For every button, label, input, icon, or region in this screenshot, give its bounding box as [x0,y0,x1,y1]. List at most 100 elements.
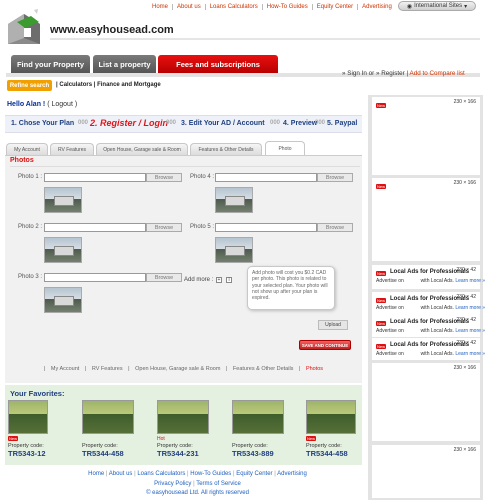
favorite-photo[interactable] [82,400,134,434]
tab-features-details[interactable]: Features & Other Details [190,143,262,155]
photo-4-browse-button[interactable]: Browse [317,173,353,182]
hello-text: Hello Alan ! [7,101,46,108]
photo-4-thumbnail [215,187,253,213]
photo-5-browse-button[interactable]: Browse [317,223,353,232]
ad-banner[interactable]: 230 × 166 New [372,178,480,261]
new-badge: New [376,344,387,349]
small-ad-title[interactable]: Local Ads for Professionals [390,269,469,275]
footer-link-equity[interactable]: Equity Center [236,471,272,477]
new-badge: New [306,436,317,441]
divider [10,166,360,167]
tab-fees-subscriptions[interactable]: Fees and subscriptions [158,55,278,73]
small-ad-title[interactable]: Local Ads for Professionals [390,342,469,348]
bottom-link-features[interactable]: Features & Other Details [231,366,296,372]
footer-link-loans[interactable]: Loans Calculators [137,471,185,477]
photo-1-input[interactable] [44,173,146,182]
favorite-photo[interactable] [232,400,284,434]
international-sites-label: International Sites [414,3,463,9]
new-badge: New [376,298,387,303]
small-ad[interactable]: 230 × 42 New Local Ads for Professionals… [372,265,485,289]
favorites-heading: Your Favorites: [10,389,65,398]
bottom-link-photos[interactable]: Photos [304,366,325,372]
photo-3-input[interactable] [44,273,146,282]
tab-photo[interactable]: Photo [265,141,305,155]
top-nav-equity[interactable]: Equity Center [313,3,359,10]
top-nav-loans[interactable]: Loans Calculators [206,3,263,10]
step-2-active[interactable]: 2. Register / Login [90,118,168,128]
privacy-policy-link[interactable]: Privacy Policy [154,481,191,487]
sign-in-link[interactable]: Sign In [347,70,367,77]
site-url[interactable]: www.easyhousead.com [50,24,174,36]
tab-find-property[interactable]: Find your Property [11,55,90,73]
photo-3-browse-button[interactable]: Browse [146,273,182,282]
property-code[interactable]: TR5344-458 [82,449,142,458]
bottom-link-rv-features[interactable]: RV Features [90,366,125,372]
small-ad[interactable]: 230 × 42 New Local Ads for Professionals… [372,292,485,316]
photo-1-browse-button[interactable]: Browse [146,173,182,182]
tab-open-house[interactable]: Open House, Garage sale & Room [96,143,188,155]
footer-link-about[interactable]: About us [109,471,133,477]
favorite-item[interactable]: Property code: TR5343-889 [232,400,292,458]
ad-banner[interactable]: 230 × 166 [372,445,480,498]
learn-more-link[interactable]: Learn more » [455,328,485,334]
photo-2-input[interactable] [44,223,146,232]
add-more-plus-icon[interactable]: + [216,277,222,283]
learn-more-link[interactable]: Learn more » [455,278,485,284]
step-5[interactable]: 5. Paypal [327,120,357,127]
top-nav-about[interactable]: About us [173,3,206,10]
footer-link-home[interactable]: Home [88,471,104,477]
bottom-link-my-account[interactable]: My Account [49,366,81,372]
tab-list-property[interactable]: List a property [93,55,156,73]
property-code[interactable]: TR5344-231 [157,449,217,458]
tab-rv-features[interactable]: RV Features [50,143,94,155]
tab-my-account[interactable]: My Account [6,143,48,155]
learn-more-link[interactable]: Learn more » [455,305,485,311]
favorite-photo[interactable] [306,400,356,434]
favorite-item[interactable]: Hot Property code: TR5344-231 [157,400,217,458]
photo-5-input[interactable] [215,223,317,232]
terms-link[interactable]: Terms of Service [196,481,241,487]
property-code[interactable]: TR5343-12 [8,449,68,458]
favorite-item[interactable]: New Property code: TR5344-458 [306,400,366,458]
register-link[interactable]: Register [381,70,404,77]
compare-list-link[interactable]: Add to Compare list [410,70,465,77]
refine-search-button[interactable]: Refine search [7,80,52,91]
photo-5-thumbnail [215,237,253,263]
finance-link[interactable]: Finance and Mortgage [97,82,161,88]
footer-link-advertising[interactable]: Advertising [277,471,307,477]
property-code[interactable]: TR5344-458 [306,449,366,458]
upload-button[interactable]: Upload [318,320,348,330]
ad-banner[interactable]: 230 × 166 [372,363,480,441]
small-ad-title[interactable]: Local Ads for Professionals [390,319,469,325]
sub-nav: | Calculators | Finance and Mortgage [56,82,161,88]
ad-banner[interactable]: 230 × 166 New [372,97,480,175]
small-ad-title[interactable]: Local Ads for Professionals [390,296,469,302]
save-continue-button[interactable]: SAVE AND CONTINUE [299,340,351,350]
favorite-photo[interactable] [8,400,48,434]
photo-3-thumbnail [44,287,82,313]
top-nav-advertising[interactable]: Advertising [358,4,396,10]
small-ad[interactable]: 230 × 42 New Local Ads for Professionals… [372,315,485,337]
property-code[interactable]: TR5343-889 [232,449,292,458]
international-sites-dropdown[interactable]: ◉ International Sites ▾ [398,1,476,11]
learn-more-link[interactable]: Learn more » [455,351,485,357]
top-nav-home[interactable]: Home [148,3,174,10]
top-nav-howto[interactable]: How-To Guides [263,3,313,10]
favorite-item[interactable]: Property code: TR5344-458 [82,400,142,458]
step-1[interactable]: 1. Chose Your Plan [11,120,74,127]
step-3[interactable]: 3. Edit Your AD / Account [181,120,265,127]
favorite-item[interactable]: New Property code: TR5343-12 [8,400,68,458]
small-ad[interactable]: 230 × 42 New Local Ads for Professionals… [372,338,485,360]
logo-house-icon[interactable] [4,8,46,50]
bottom-link-open-house[interactable]: Open House, Garage sale & Room [133,366,222,372]
info-icon[interactable]: i [226,277,232,283]
separator: | [84,366,87,372]
calculators-link[interactable]: Calculators [59,82,92,88]
photo-2-label: Photo 2 : [18,224,43,230]
footer-link-howto[interactable]: How-To Guides [190,471,231,477]
photo-2-browse-button[interactable]: Browse [146,223,182,232]
photo-4-input[interactable] [215,173,317,182]
step-4[interactable]: 4. Preview [283,120,317,127]
favorite-photo[interactable] [157,400,209,434]
logout-link[interactable]: ( Logout ) [47,101,77,108]
